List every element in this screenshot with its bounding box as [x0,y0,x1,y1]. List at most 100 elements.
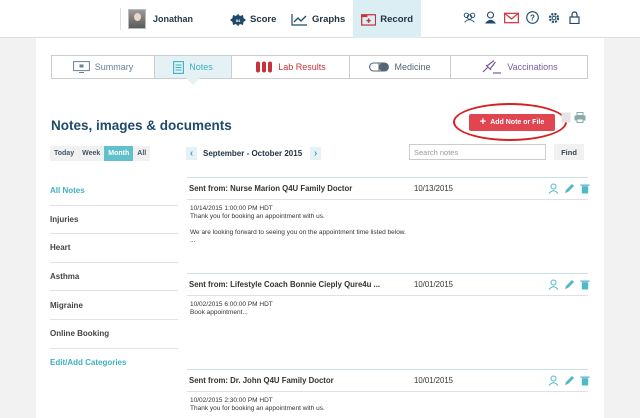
period-filter: Today Week Month All [50,146,151,161]
share-person-icon[interactable] [547,279,559,291]
top-bar: Jonathan 84 Score Graphs Record ? [0,0,640,38]
edit-pencil-icon[interactable] [563,279,575,291]
filter-today[interactable]: Today [50,146,78,161]
sidebar-item-asthma[interactable]: Asthma [50,263,178,292]
trash-icon[interactable] [579,279,591,291]
main-content: Summary Notes Lab Results Medicine Vacci… [36,38,604,418]
tab-medicine[interactable]: Medicine [350,56,451,78]
chevron-right-icon[interactable]: › [310,146,322,160]
note-item[interactable]: Sent from: Nurse Marion Q4U Family Docto… [187,177,591,245]
note-body: 10/02/2015 6:00:00 PM HDT Book appointme… [187,296,588,317]
plus-icon: + [479,116,487,128]
page-title: Notes, images & documents [51,118,232,133]
tab-notes[interactable]: Notes [155,56,232,85]
export-icon[interactable] [559,110,573,124]
filter-week[interactable]: Week [78,146,104,161]
lock-icon[interactable] [567,10,582,25]
sidebar-item-edit-categories[interactable]: Edit/Add Categories [50,349,178,378]
note-header: Sent from: Nurse Marion Q4U Family Docto… [187,177,591,200]
sidebar-item-heart[interactable]: Heart [50,234,178,263]
test-tubes-icon [256,61,273,73]
user-menu[interactable]: Jonathan [128,7,193,31]
mail-icon[interactable] [504,10,519,25]
top-icons: ? [462,10,582,25]
note-line: ... [190,237,196,244]
nav-record[interactable]: Record [353,0,421,38]
syringe-icon [482,60,502,74]
date-range: ‹ September - October 2015 › [186,145,322,161]
tab-label: Notes [189,62,213,72]
edit-pencil-icon[interactable] [563,183,575,195]
find-button[interactable]: Find [554,144,584,160]
nav-label: Record [380,13,413,25]
nav-label: Score [250,13,277,25]
share-person-icon[interactable] [547,183,559,195]
nav-graphs[interactable]: Graphs [283,0,353,38]
sidebar-item-online-booking[interactable]: Online Booking [50,320,178,349]
notes-document-icon [173,60,185,74]
note-date: 10/13/2015 [414,184,454,193]
note-actions [547,375,591,387]
add-note-button[interactable]: + Add Note or File [469,114,555,131]
gear-icon[interactable] [546,10,561,25]
note-actions [547,279,591,291]
note-sender: Sent from: Lifestyle Coach Bonnie Cieply… [189,280,381,289]
trash-icon[interactable] [579,375,591,387]
pill-icon [369,62,390,72]
note-timestamp: 10/02/2015 6:00:00 PM HDT [190,301,273,308]
sidebar-item-migraine[interactable]: Migraine [50,291,178,320]
svg-text:?: ? [530,14,535,23]
divider [120,8,121,30]
note-line: We are looking forward to seeing you on … [190,229,406,236]
range-label: September - October 2015 [203,148,303,158]
filter-month[interactable]: Month [104,146,134,161]
tab-lab-results[interactable]: Lab Results [232,56,350,78]
note-date: 10/01/2015 [414,376,454,385]
edit-pencil-icon[interactable] [563,375,575,387]
search-input[interactable] [409,144,546,160]
note-line: Thank you for booking an appointment wit… [190,405,325,412]
tab-label: Lab Results [278,62,326,72]
filter-all[interactable]: All [133,146,150,161]
note-line: Book appointment... [190,309,248,316]
tab-summary[interactable]: Summary [52,56,155,78]
avatar [128,9,146,29]
nav-label: Graphs [312,13,346,25]
note-timestamp: 10/14/2015 1:00:00 PM HDT [190,205,273,212]
add-note-label: Add Note or File [490,119,545,126]
help-icon[interactable]: ? [525,10,540,25]
note-body: 10/02/2015 2:30:00 PM HDT Thank you for … [187,392,588,413]
note-header: Sent from: Lifestyle Coach Bonnie Cieply… [187,273,591,296]
user-name: Jonathan [153,14,194,24]
note-body: 10/14/2015 1:00:00 PM HDT Thank you for … [187,200,588,245]
category-sidebar: All Notes Injuries Heart Asthma Migraine… [50,177,178,377]
tab-vaccinations[interactable]: Vaccinations [451,56,587,78]
svg-text:84: 84 [236,17,241,22]
note-item[interactable]: Sent from: Lifestyle Coach Bonnie Cieply… [187,273,591,317]
score-badge-icon: 84 [230,13,246,26]
tab-label: Summary [94,62,134,72]
sidebar-item-all-notes[interactable]: All Notes [50,177,178,206]
group-icon[interactable] [462,10,477,25]
note-line: Thank you for booking an appointment wit… [190,213,325,220]
tab-label: Medicine [394,62,431,72]
share-person-icon[interactable] [547,375,559,387]
note-sender: Sent from: Dr. John Q4U Family Doctor [189,376,334,385]
note-date: 10/01/2015 [414,280,454,289]
nav-score[interactable]: 84 Score [222,0,284,38]
line-chart-icon [291,13,307,26]
print-icon[interactable] [573,110,587,124]
sidebar-item-injuries[interactable]: Injuries [50,206,178,235]
note-timestamp: 10/02/2015 2:30:00 PM HDT [190,397,273,404]
summary-monitor-icon [72,61,90,73]
note-sender: Sent from: Nurse Marion Q4U Family Docto… [189,184,353,193]
note-header: Sent from: Dr. John Q4U Family Doctor 10… [187,369,591,392]
note-item[interactable]: Sent from: Dr. John Q4U Family Doctor 10… [187,369,591,413]
chevron-left-icon[interactable]: ‹ [186,146,197,160]
tab-label: Vaccinations [507,62,558,72]
note-actions [547,183,591,195]
trash-icon[interactable] [579,183,591,195]
person-icon[interactable] [483,10,498,25]
record-tabs: Summary Notes Lab Results Medicine Vacci… [51,55,588,85]
record-folder-icon [361,13,377,26]
